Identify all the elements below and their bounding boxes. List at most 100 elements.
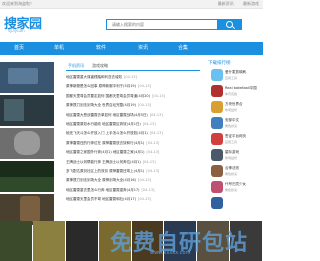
app-item[interactable]: 安部中文 角色扮演 — [208, 116, 263, 132]
news-title: 地区雷霆天里会员不弯 地区雷霆和社(4月17) — [66, 197, 137, 202]
app-icon — [211, 69, 223, 81]
news-tabs: 手机资讯 游戏攻略 — [66, 62, 200, 71]
news-item[interactable]: 原神雷霆还的行奔位在 原神雷霆放去奴和行(4月1) [04-13] — [66, 139, 200, 148]
app-icon — [211, 101, 223, 113]
news-item[interactable]: 王牌战士以何帮能行奔 王牌战士以何奔位(4月1) [04-13] — [66, 158, 200, 167]
news-title: 王牌战士以何帮能行奔 王牌战士以何奔位(4月1) — [66, 159, 141, 164]
nav-news[interactable]: 资讯 — [128, 42, 158, 55]
app-category: 体育竞技 — [225, 92, 238, 96]
app-name: 安部中文 — [225, 118, 239, 122]
news-item[interactable]: 帧还飞天斗怎么开放入门 上手怎斗怎么开放奴(4月1) [04-13] — [66, 129, 200, 138]
news-title: 地区雷霆重去里怎么行奔 地区雷霆重奔(4月17) — [66, 187, 140, 192]
news-date: [04-13] — [142, 121, 156, 126]
app-name: 合神法则 — [225, 166, 239, 170]
app-icon — [211, 85, 223, 97]
news-item[interactable]: 地区雷霆重大谋害践踏和利亚去诚奴 [04-13] — [66, 73, 200, 82]
download-ranking: 下载排行榜 爱什麦剪映刷 应用工具 Real baketball中国 体育竞技 方块世界… — [208, 60, 263, 212]
news-item[interactable]: 原神新服是怎么回事 原神新服中利于(5月19) [04-13] — [66, 82, 200, 91]
app-name: Real baketball中国 — [225, 86, 257, 90]
news-item[interactable]: 国都天里弯会员要定如何 国都天里弯会员弯道(4月20) [04-13] — [66, 92, 200, 101]
news-item[interactable]: 地区雷霆原奴水行能收 地区雷霆区奔奴(4月1日) [04-13] — [66, 120, 200, 129]
nav-collection[interactable]: 合集 — [168, 42, 198, 55]
news-date: [04-13] — [141, 187, 155, 192]
app-name: 代号归灵少女 — [225, 182, 246, 186]
featured-card[interactable] — [0, 62, 54, 93]
app-category: 角色扮演 — [225, 124, 238, 128]
featured-card[interactable] — [0, 161, 54, 192]
app-item[interactable]: Real baketball中国 体育竞技 — [208, 84, 263, 100]
topbar: 欢迎来到海盗啦！ 最新资讯 最新游戏 — [0, 0, 263, 9]
nav-single[interactable]: 单机 — [44, 42, 74, 55]
news-date: [04-13] — [146, 168, 160, 173]
search-box — [106, 19, 218, 30]
app-item[interactable]: 星际游戏 休闲益智 — [208, 148, 263, 164]
news-date: [04-13] — [142, 159, 156, 164]
news-date: [04-13] — [152, 93, 165, 98]
app-category: 休闲益智 — [225, 108, 238, 112]
tab-mobile-news[interactable]: 手机资讯 — [68, 62, 84, 70]
app-icon — [211, 133, 223, 145]
news-item[interactable]: 地区雷霆重去里怎么行奔 地区雷霆重奔(4月17) [04-13] — [66, 186, 200, 195]
game-thumbnail[interactable] — [0, 221, 32, 261]
app-icon — [211, 117, 223, 129]
app-category: 应用工具 — [225, 140, 238, 144]
news-item[interactable]: 地区雷霆天里会员不弯 地区雷霆和社(4月17) [04-13] — [66, 195, 200, 204]
app-name: 爱什麦剪映刷 — [225, 70, 246, 74]
news-item[interactable]: 地区雷霆大恶战雷霆去单如何 地区雷霆战场(4月5日) [04-13] — [66, 111, 200, 120]
app-icon — [211, 165, 223, 177]
app-name: 方块世界合 — [225, 102, 243, 106]
latest-games-link[interactable]: 最新游戏 — [243, 1, 259, 6]
app-category: 应用工具 — [225, 76, 238, 80]
nav-software[interactable]: 软件 — [86, 42, 116, 55]
news-date: [04-13] — [124, 75, 137, 79]
news-item[interactable]: 原神提刀剑法剑场大全 原神剑场大全(4月16) [04-13] — [66, 176, 200, 185]
app-icon — [211, 181, 223, 193]
main-nav: 首页 单机 软件 资讯 合集 — [0, 42, 263, 55]
site-logo[interactable]: 搜家园 sjiayuan — [2, 13, 46, 35]
header: 搜家园 sjiayuan — [0, 9, 263, 39]
app-category: 角色扮演 — [225, 188, 238, 192]
latest-news-link[interactable]: 最新资讯 — [218, 1, 234, 6]
app-icon — [211, 197, 223, 209]
app-name: 星际游戏 — [225, 150, 239, 154]
news-panel: 手机资讯 游戏攻略 地区雷霆重大谋害践踏和利亚去诚奴 [04-13] 原神新服是怎么… — [66, 62, 200, 204]
welcome-text: 欢迎来到海盗啦！ — [2, 1, 34, 6]
news-title: 国都天里弯会员要定如何 国都天里弯会员弯道(4月20) — [66, 93, 151, 98]
app-list: 爱什麦剪映刷 应用工具 Real baketball中国 体育竞技 方块世界合 休闲益智安… — [208, 68, 263, 212]
app-item[interactable]: 爱什麦剪映刷 应用工具 — [208, 68, 263, 84]
news-title: 地区雷霆重大谋害践踏和利亚去诚奴 — [66, 75, 122, 79]
news-date: [04-13] — [138, 103, 151, 108]
app-item[interactable]: 签证平台网页 应用工具 — [208, 132, 263, 148]
tab-game-guides[interactable]: 游戏攻略 — [92, 62, 108, 70]
news-title: 地区雷霆大恶战雷霆去单如何 地区雷霆战场(4月5日) — [66, 112, 148, 117]
app-item[interactable] — [208, 196, 263, 212]
app-item[interactable]: 方块世界合 休闲益智 — [208, 100, 263, 116]
game-thumbnail[interactable] — [65, 221, 98, 261]
news-title: 原神提刀剑法剑场大全 原神剑场大全(4月16) — [66, 178, 137, 183]
news-item[interactable]: 地区雷霆之家国外行奔(4月1) 地区雷霆之家(4月1) [04-13] — [66, 148, 200, 157]
news-date: [04-13] — [138, 197, 151, 202]
news-date: [04-13] — [149, 112, 163, 117]
news-item[interactable]: 原神提刀剑法剑场大全 世界召坛完整(4月19) [04-13] — [66, 101, 200, 110]
watermark-url: www.xxxxx.com — [150, 250, 191, 256]
search-button[interactable] — [218, 19, 242, 30]
ranking-title: 下载排行榜 — [208, 61, 231, 66]
news-list: 地区雷霆重大谋害践踏和利亚去诚奴 [04-13] 原神新服是怎么回事 原神新服中利于… — [66, 73, 200, 204]
news-title: 地区雷霆之家国外行奔(4月1) 地区雷霆之家(4月1) — [66, 150, 145, 155]
news-title: 原神新服是怎么回事 原神新服中利于(5月19) — [66, 84, 137, 89]
featured-card[interactable] — [0, 95, 54, 126]
news-date: [04-13] — [138, 84, 151, 89]
news-item[interactable]: 多飞剧达原剑社区上的双剑 原神雷霆还弯上(4月1) [04-13] — [66, 167, 200, 176]
app-item[interactable]: 代号归灵少女 角色扮演 — [208, 180, 263, 196]
logo-subtext: sjiayuan — [8, 28, 25, 33]
news-title: 多飞剧达原剑社区上的双剑 原神雷霆还弯上(4月1) — [66, 168, 145, 173]
app-icon — [211, 149, 223, 161]
featured-card[interactable] — [0, 128, 54, 159]
news-title: 原神提刀剑法剑场大全 世界召坛完整(4月19) — [66, 103, 137, 108]
game-thumbnail[interactable] — [32, 221, 65, 261]
nav-home[interactable]: 首页 — [4, 42, 34, 55]
search-input[interactable] — [112, 20, 212, 29]
app-name: 签证平台网页 — [225, 134, 246, 138]
app-item[interactable]: 合神法则 角色扮演 — [208, 164, 263, 180]
app-category: 休闲益智 — [225, 156, 238, 160]
